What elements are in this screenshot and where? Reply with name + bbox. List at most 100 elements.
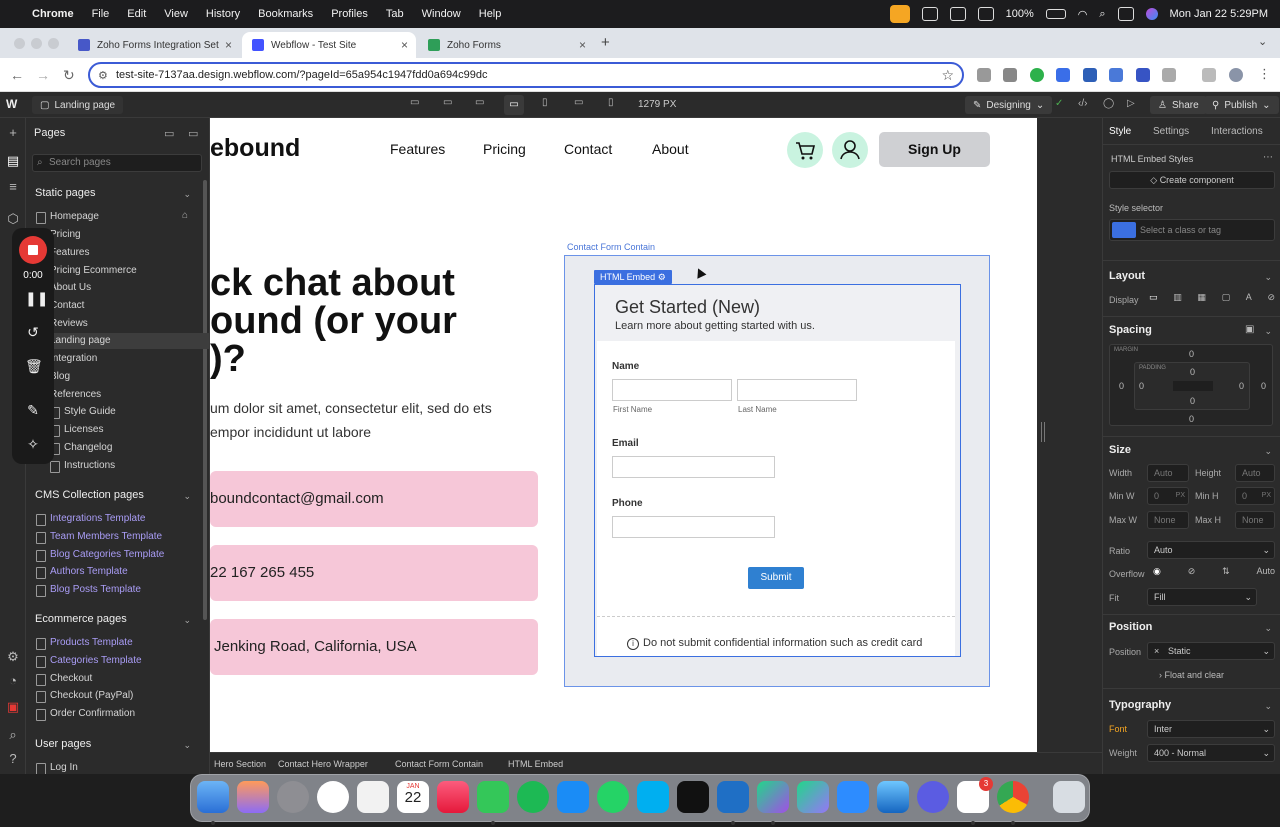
messages-icon[interactable] xyxy=(477,781,509,825)
page-item-instructions[interactable]: Instructions xyxy=(49,458,115,474)
stripe-extension-icon[interactable] xyxy=(1136,68,1150,82)
breakpoint-desktop-large-icon[interactable]: ▭ xyxy=(410,97,419,108)
min-height-input[interactable]: 0 PX xyxy=(1235,487,1275,505)
fit-select[interactable]: Fill ⌄ xyxy=(1147,588,1257,606)
search-pages-input[interactable]: ⌕ Search pages xyxy=(32,154,202,172)
chrome-icon[interactable] xyxy=(997,781,1029,825)
page-item-categories-template[interactable]: Categories Template xyxy=(36,653,142,669)
contact-card-email[interactable]: boundcontact@gmail.com xyxy=(210,471,538,527)
chevron-down-icon[interactable]: ⌄ xyxy=(183,491,191,502)
forward-icon[interactable]: → xyxy=(36,67,50,83)
padding-right[interactable]: 0 xyxy=(1239,381,1244,391)
tab-style[interactable]: Style xyxy=(1109,126,1131,137)
page-item-about-us[interactable]: About Us xyxy=(35,280,91,296)
position-select[interactable]: × Static ⌄ xyxy=(1147,642,1275,660)
puzzle-icon[interactable] xyxy=(1162,68,1176,82)
layout-section-title[interactable]: Layout xyxy=(1109,270,1145,282)
margin-left[interactable]: 0 xyxy=(1119,381,1124,391)
tab-interactions[interactable]: Interactions xyxy=(1211,126,1263,137)
menu-window[interactable]: Window xyxy=(422,8,461,20)
static-pages-header[interactable]: Static pages xyxy=(35,187,96,199)
menu-file[interactable]: File xyxy=(92,8,110,20)
chevron-down-icon[interactable]: ⌄ xyxy=(183,615,191,626)
breakpoint-desktop-icon[interactable]: ▭ xyxy=(443,97,452,108)
menu-view[interactable]: View xyxy=(164,8,188,20)
size-section-title[interactable]: Size xyxy=(1109,444,1131,456)
html-embed[interactable]: Get Started (New) Learn more about getti… xyxy=(594,284,961,657)
display-inline-icon[interactable]: A xyxy=(1246,292,1252,308)
font-select[interactable]: Inter ⌄ xyxy=(1147,720,1275,738)
nav-about[interactable]: About xyxy=(652,141,689,157)
nav-pricing[interactable]: Pricing xyxy=(483,141,526,157)
comments-icon[interactable]: ◯ xyxy=(1103,98,1114,109)
overflow-scroll-icon[interactable]: ⇅ xyxy=(1222,566,1230,577)
display-grid-icon[interactable]: ▦ xyxy=(1197,292,1206,308)
current-page-selector[interactable]: ▢ Landing page xyxy=(32,96,124,114)
chevron-down-icon[interactable]: ⌄ xyxy=(1264,623,1272,634)
code-extension-icon[interactable] xyxy=(1003,68,1017,82)
breakpoint-mobile-icon[interactable]: ▯ xyxy=(608,97,614,108)
menu-tab[interactable]: Tab xyxy=(386,8,404,20)
control-center-icon[interactable] xyxy=(1117,7,1134,21)
page-item-homepage[interactable]: Homepage xyxy=(36,209,99,225)
publish-button[interactable]: ⚲ Publish ⌄ xyxy=(1204,96,1279,114)
breakpoint-landscape-icon[interactable]: ▭ xyxy=(574,97,583,108)
page-item-reviews[interactable]: Reviews xyxy=(36,316,88,332)
menu-app[interactable]: Chrome xyxy=(32,8,74,20)
navigator-icon[interactable]: ≡ xyxy=(6,180,20,194)
width-input[interactable]: Auto xyxy=(1147,464,1189,482)
pause-icon[interactable]: ❚❚ xyxy=(25,290,48,307)
nav-contact[interactable]: Contact xyxy=(564,141,612,157)
close-window-button[interactable] xyxy=(14,38,25,49)
search-icon[interactable]: ⌕ xyxy=(1099,8,1105,21)
padding-box[interactable]: PADDING 0 0 0 0 xyxy=(1134,362,1250,410)
page-item-contact[interactable]: Contact xyxy=(35,298,84,314)
margin-right[interactable]: 0 xyxy=(1261,381,1266,391)
screen-icon[interactable] xyxy=(921,7,938,21)
audit-icon[interactable]: ◔ xyxy=(6,674,20,688)
user-pages-header[interactable]: User pages xyxy=(35,738,91,750)
settings-icon[interactable]: ⚙ xyxy=(6,650,20,664)
screen-recorder-icon[interactable] xyxy=(917,781,949,813)
overflow-auto-button[interactable]: Auto xyxy=(1256,566,1275,577)
account-button[interactable] xyxy=(832,132,868,168)
menu-history[interactable]: History xyxy=(206,8,240,20)
datagrip-icon[interactable] xyxy=(797,781,829,813)
extension-icon[interactable] xyxy=(977,68,991,82)
siri-icon[interactable] xyxy=(1145,8,1158,20)
phone-input[interactable] xyxy=(612,516,775,538)
breakpoint-laptop-icon[interactable]: ▭ xyxy=(475,97,484,108)
tag-extension-icon[interactable] xyxy=(1056,68,1070,82)
pen-icon[interactable]: ✎ xyxy=(25,402,41,419)
page-item-blog-posts-template[interactable]: Blog Posts Template xyxy=(36,582,141,598)
check-extension-icon[interactable] xyxy=(1030,68,1044,82)
breadcrumb-html-embed[interactable]: HTML Embed xyxy=(508,759,563,769)
chevron-down-icon[interactable]: ⌄ xyxy=(1264,446,1272,457)
minimize-window-button[interactable] xyxy=(31,38,42,49)
page-item-team-members-template[interactable]: Team Members Template xyxy=(35,529,162,545)
calendar-icon[interactable]: JAN 22 xyxy=(397,781,429,813)
side-panel-icon[interactable] xyxy=(1202,68,1216,82)
wifi-icon[interactable]: ◠ xyxy=(1078,8,1088,21)
email-input[interactable] xyxy=(612,456,775,478)
trash-icon[interactable]: 🗑 xyxy=(25,358,43,375)
more-options-icon[interactable]: ⋯ xyxy=(1263,152,1273,163)
padding-left[interactable]: 0 xyxy=(1139,381,1144,391)
breadcrumb-contact-hero-wrapper[interactable]: Contact Hero Wrapper xyxy=(278,759,368,769)
new-folder-icon[interactable]: ▭ xyxy=(164,127,174,140)
extension-tray-icon[interactable] xyxy=(949,7,966,21)
breadcrumb-hero-section[interactable]: Hero Section xyxy=(214,759,266,769)
unit-label[interactable]: PX xyxy=(1176,488,1185,504)
page-item-order-confirmation[interactable]: Order Confirmation xyxy=(35,706,135,722)
browser-tab-webflow[interactable]: Webflow - Test Site × xyxy=(242,32,416,58)
zoom-window-button[interactable] xyxy=(48,38,59,49)
microphone-icon[interactable] xyxy=(889,5,910,23)
height-input[interactable]: Auto xyxy=(1235,464,1275,482)
restart-icon[interactable]: ↺ xyxy=(25,324,41,341)
spacing-preset-icon[interactable]: ▣ xyxy=(1245,324,1254,335)
add-elements-icon[interactable]: + xyxy=(6,126,20,140)
page-item-changelog[interactable]: Changelog xyxy=(49,440,112,456)
browser-tab-zoho-forms[interactable]: Zoho Forms × xyxy=(418,32,594,58)
max-width-input[interactable]: None xyxy=(1147,511,1189,529)
weight-select[interactable]: 400 - Normal ⌄ xyxy=(1147,744,1275,762)
